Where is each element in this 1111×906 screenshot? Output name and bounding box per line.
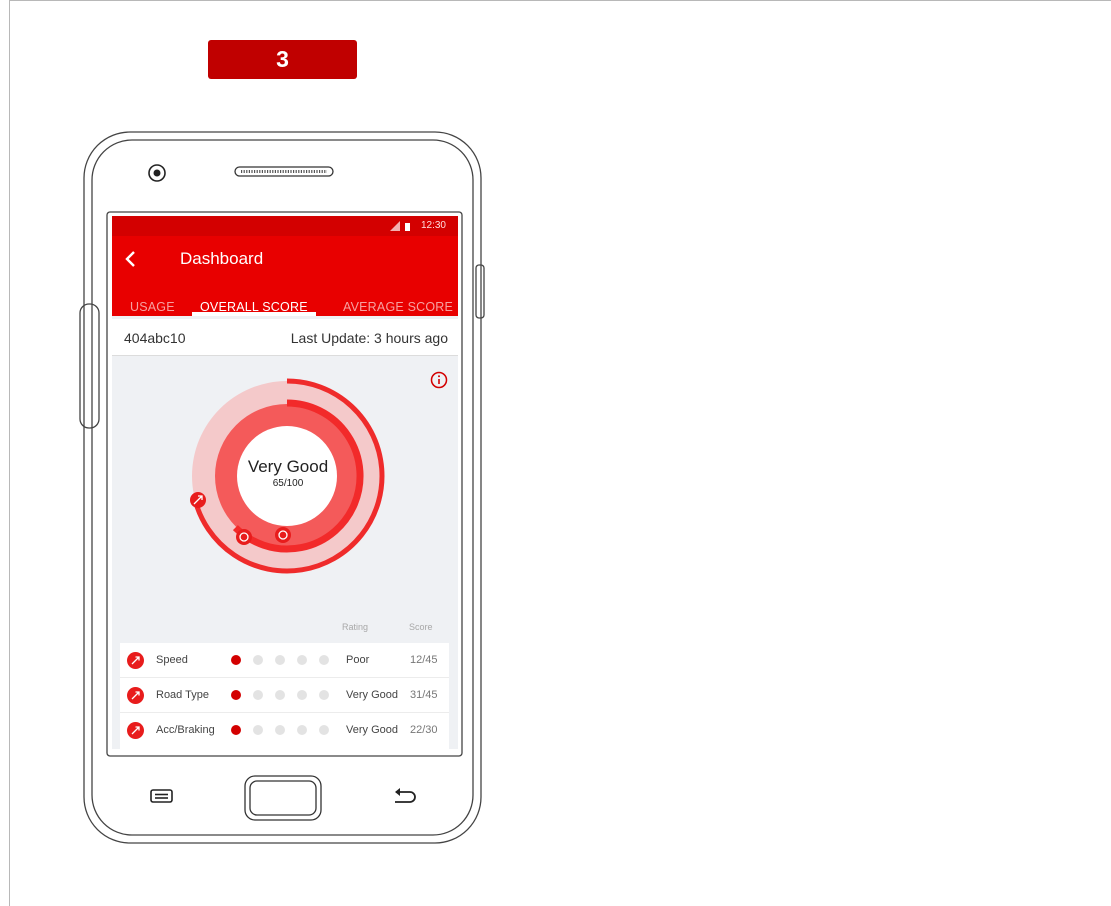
menu-key-icon[interactable] (148, 786, 178, 806)
metric-name: Acc/Braking (156, 724, 215, 736)
steering-wheel-icon (275, 527, 291, 543)
metric-name: Speed (156, 654, 188, 666)
phone-screen: 12:30 Dashboard USAGE OVERALL SCORE AVER… (112, 216, 458, 749)
vehicle-id: 404abc10 (124, 330, 186, 346)
home-key[interactable] (244, 775, 322, 821)
rating-column-header: Rating (342, 622, 369, 632)
trend-icon (127, 687, 144, 704)
metric-score: 31/45 (410, 689, 438, 701)
metric-row-speed[interactable]: Speed Poor 12/45 (120, 643, 449, 678)
speaker-grill-icon (234, 166, 334, 177)
trend-icon (190, 492, 206, 508)
tab-usage[interactable]: USAGE (130, 300, 175, 314)
back-key-icon[interactable] (390, 785, 420, 807)
metric-rating: Very Good (346, 724, 398, 736)
metric-rating: Very Good (346, 689, 398, 701)
metric-row-road-type[interactable]: Road Type Very Good 31/45 (120, 678, 449, 713)
status-bar: 12:30 (112, 216, 458, 236)
score-value: 65/100 (272, 478, 304, 489)
metric-rating: Poor (346, 654, 370, 666)
metric-row-acc-braking[interactable]: Acc/Braking Very Good 22/30 (120, 713, 449, 748)
status-time: 12:30 (420, 220, 446, 231)
metric-name: Road Type (156, 689, 210, 701)
tab-average-score[interactable]: AVERAGE SCORE (343, 300, 453, 314)
chevron-left-icon[interactable] (122, 250, 140, 268)
metric-score: 22/30 (410, 724, 438, 736)
active-tab-indicator (192, 312, 316, 316)
metric-score: 12/45 (410, 654, 438, 666)
info-icon[interactable] (430, 371, 448, 389)
metrics-table: Speed Poor 12/45 Road Type Very Good 31/… (120, 643, 449, 749)
score-label: Very Good (247, 457, 329, 476)
app-bar: Dashboard USAGE OVERALL SCORE AVERAGE SC… (112, 236, 458, 316)
last-update: Last Update: 3 hours ago (290, 330, 448, 346)
page-title: Dashboard (180, 249, 264, 268)
signal-battery-icon (390, 221, 410, 231)
trend-icon (127, 652, 144, 669)
steering-wheel-icon (236, 529, 252, 545)
trend-icon (127, 722, 144, 739)
front-camera-icon (148, 164, 166, 182)
vehicle-info-row: 404abc10 Last Update: 3 hours ago (112, 319, 458, 356)
score-column-header: Score (409, 622, 433, 632)
